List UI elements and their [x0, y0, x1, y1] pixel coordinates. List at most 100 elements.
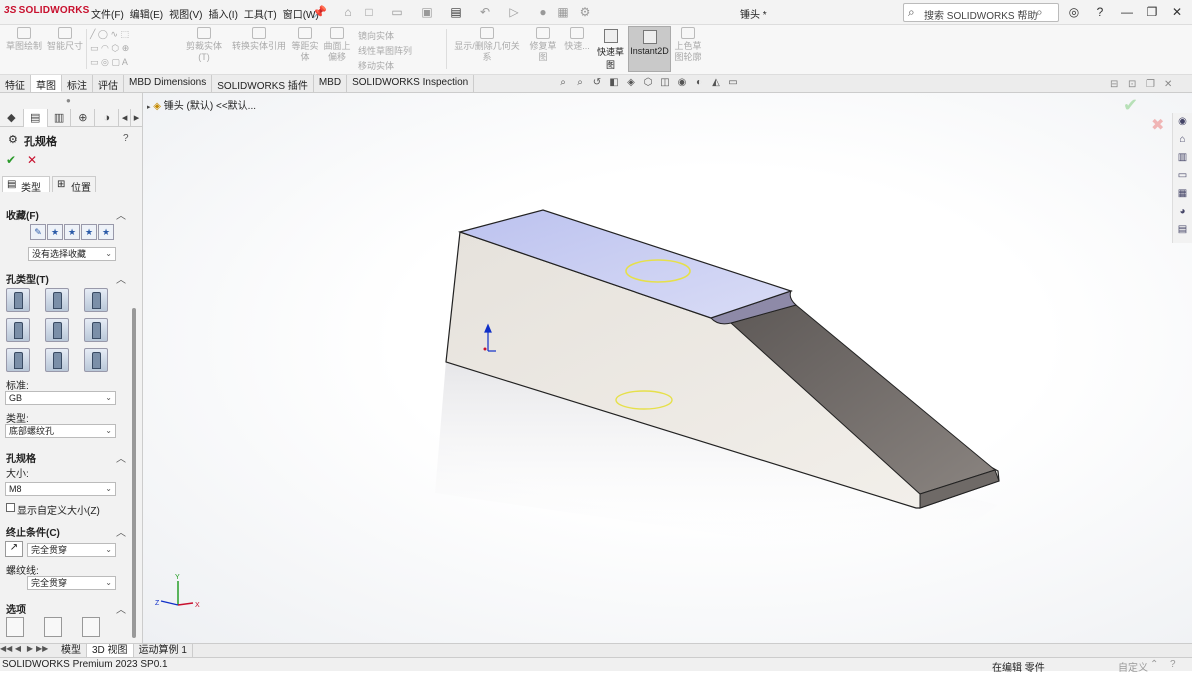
countersink-hole-button[interactable] [45, 288, 69, 312]
viewport-min-icon[interactable]: ⊟ [1110, 79, 1118, 90]
viewport-close-icon[interactable]: ✕ [1164, 79, 1172, 90]
simple-hole-button[interactable] [84, 288, 108, 312]
design-library-icon[interactable]: ▥ [1173, 149, 1192, 167]
display-style-icon[interactable]: ◫ [658, 77, 672, 88]
load-favorite-icon[interactable]: ★ [98, 224, 114, 240]
confirm-corner-ok-icon[interactable]: ✔ [1123, 95, 1138, 115]
panel-collapse-dot[interactable]: ● [66, 96, 71, 105]
graphics-area[interactable]: Y X Z ✔ ✖ [143, 93, 1192, 643]
linear-pattern-button[interactable]: 线性草图阵列 [358, 44, 412, 57]
add-favorite-icon[interactable]: ★ [47, 224, 63, 240]
subtab-position[interactable]: ⊞ 位置 [52, 176, 96, 194]
scene-icon[interactable]: ◭ [709, 77, 723, 88]
tab-features[interactable]: 特征 [0, 75, 31, 92]
print-icon[interactable]: ▤ [449, 5, 463, 19]
cancel-button[interactable]: ✕ [27, 153, 37, 167]
tab-scroll-right-icon[interactable]: ▸ [131, 109, 143, 127]
select-icon[interactable]: ▷ [507, 5, 521, 19]
ok-button[interactable]: ✔ [6, 153, 16, 167]
close-button[interactable]: ✕ [1168, 4, 1186, 20]
status-help-icon[interactable]: ? [1170, 659, 1176, 670]
tab-model[interactable]: 模型 [56, 644, 87, 657]
chevron-up-icon[interactable]: ︿ [116, 271, 126, 286]
config-manager-icon[interactable]: ▥ [48, 109, 72, 127]
chevron-up-icon[interactable]: ︿ [116, 450, 126, 465]
pin-icon[interactable]: 📌 [312, 5, 327, 19]
custom-size-checkbox[interactable] [6, 503, 15, 512]
display-manager-icon[interactable]: ◑ [95, 109, 120, 127]
tab-3d-views[interactable]: 3D 视图 [87, 644, 134, 657]
show-relations-button[interactable]: 显示/删除几何关系 [450, 27, 524, 63]
surface-offset-button[interactable]: 曲面上偏移 [322, 27, 352, 63]
rebuild-icon[interactable]: ● [536, 5, 550, 19]
file-explorer-icon[interactable]: ▭ [1173, 167, 1192, 185]
panel-scrollbar[interactable] [132, 308, 136, 638]
thread-class-option-icon[interactable] [44, 617, 62, 637]
tab-inspection[interactable]: SOLIDWORKS Inspection [347, 75, 475, 92]
tab-scroll-left-icon[interactable]: ◂ [119, 109, 132, 127]
tab-mbd[interactable]: MBD [314, 75, 348, 92]
new-icon[interactable]: □ [362, 5, 376, 19]
rect-tool-icon[interactable]: ▭ ◠ ⬡ ⊕ [90, 43, 129, 54]
user-icon[interactable]: ◎ [1065, 4, 1083, 20]
reverse-direction-icon[interactable]: ↗ [5, 541, 23, 557]
rapid-sketch-button[interactable]: 快速草图 [594, 26, 627, 72]
next-tab-icon[interactable]: ▶ [24, 644, 36, 657]
tab-sketch[interactable]: 草图 [31, 75, 62, 92]
tab-motion-study[interactable]: 运动算例 1 [134, 644, 193, 657]
feature-manager-icon[interactable]: ◆ [0, 109, 24, 127]
save-icon[interactable]: ▣ [420, 5, 434, 19]
size-select[interactable]: M8 ⌄ [5, 482, 116, 496]
apply-defaults-icon[interactable]: ✎ [30, 224, 46, 240]
shaded-sketch-button[interactable]: 上色草图轮廓 [673, 27, 703, 63]
help-icon[interactable]: ? [123, 133, 129, 144]
chevron-up-icon[interactable]: ︿ [116, 524, 126, 539]
help-icon[interactable]: ? [1091, 4, 1109, 20]
menu-insert[interactable]: 插入(I) [205, 6, 240, 21]
search-help-input[interactable]: ⌕ 搜索 SOLIDWORKS 帮助 ⌕ [903, 3, 1059, 22]
favorites-select[interactable]: 没有选择收藏 ⌄ [28, 247, 116, 261]
menu-tools[interactable]: 工具(T) [241, 6, 280, 21]
resources-icon[interactable]: ◉ [1173, 113, 1192, 131]
end-condition-select[interactable]: 完全贯穿 ⌄ [27, 543, 116, 557]
restore-button[interactable]: ❐ [1143, 4, 1161, 20]
convert-entities-button[interactable]: 转换实体引用 [232, 27, 286, 52]
type-select[interactable]: 底部螺纹孔 ⌄ [5, 424, 116, 438]
menu-file[interactable]: 文件(F) [88, 6, 127, 21]
dynamic-annotation-icon[interactable]: ◈ [624, 77, 638, 88]
tab-evaluate[interactable]: 评估 [93, 75, 124, 92]
view-settings-icon[interactable]: ▭ [726, 77, 740, 88]
line-tool-icon[interactable]: ╱ ◯ ∿ ⬚ [90, 29, 129, 40]
view-orientation-icon[interactable]: ⬡ [641, 77, 655, 88]
slot-tool-icon[interactable]: ▭ ◎ ▢ A [90, 57, 128, 68]
save-favorite-icon[interactable]: ★ [81, 224, 97, 240]
cosmetic-thread-option-icon[interactable] [82, 617, 100, 637]
undo-icon[interactable]: ↶ [478, 5, 492, 19]
status-units-dropdown-icon[interactable]: ⌃ [1150, 659, 1158, 670]
viewport-tile-icon[interactable]: ⊡ [1128, 79, 1136, 90]
legacy-hole-button[interactable] [84, 318, 108, 342]
chevron-up-icon[interactable]: ︿ [116, 207, 126, 222]
search-options-icon[interactable]: ⌕ [1036, 5, 1043, 20]
section-view-icon[interactable]: ◧ [607, 77, 621, 88]
pipe-tap-button[interactable] [45, 318, 69, 342]
menu-view[interactable]: 视图(V) [166, 6, 205, 21]
appearances-icon[interactable]: ◕ [1173, 203, 1192, 221]
tab-markup[interactable]: 标注 [62, 75, 93, 92]
first-tab-icon[interactable]: ◀◀ [0, 644, 12, 657]
menu-edit[interactable]: 编辑(E) [127, 6, 166, 21]
feature-tree-root[interactable]: ▸ ◈ 锤头 (默认) <<默认... [147, 97, 256, 112]
prev-tab-icon[interactable]: ◀ [12, 644, 24, 657]
mirror-entities-button[interactable]: 镜向实体 [358, 29, 394, 42]
counterbore-slot-button[interactable] [6, 348, 30, 372]
thread-select[interactable]: 完全贯穿 ⌄ [27, 576, 116, 590]
standard-select[interactable]: GB ⌄ [5, 391, 116, 405]
tapped-hole-button[interactable] [6, 318, 30, 342]
repair-sketch-button[interactable]: 修复草图 [528, 27, 558, 63]
open-icon[interactable]: ▭ [390, 5, 404, 19]
hide-show-icon[interactable]: ◉ [675, 77, 689, 88]
status-units[interactable]: 自定义 [1118, 659, 1148, 674]
zoom-fit-icon[interactable]: ⌕ [556, 77, 570, 88]
trim-entities-button[interactable]: 剪裁实体(T) [182, 27, 226, 63]
dimxpert-icon[interactable]: ⊕ [71, 109, 96, 127]
